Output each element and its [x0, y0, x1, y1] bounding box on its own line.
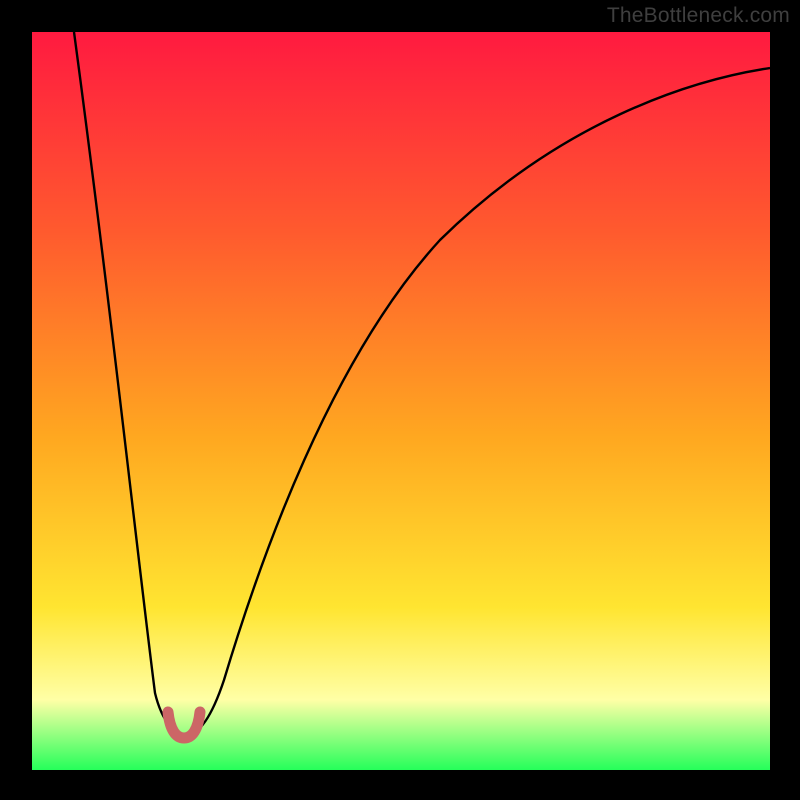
optimal-marker [168, 712, 200, 738]
chart-svg [0, 0, 800, 800]
bottleneck-curve [74, 32, 770, 735]
watermark-text: TheBottleneck.com [607, 4, 790, 28]
chart-frame: TheBottleneck.com [0, 0, 800, 800]
